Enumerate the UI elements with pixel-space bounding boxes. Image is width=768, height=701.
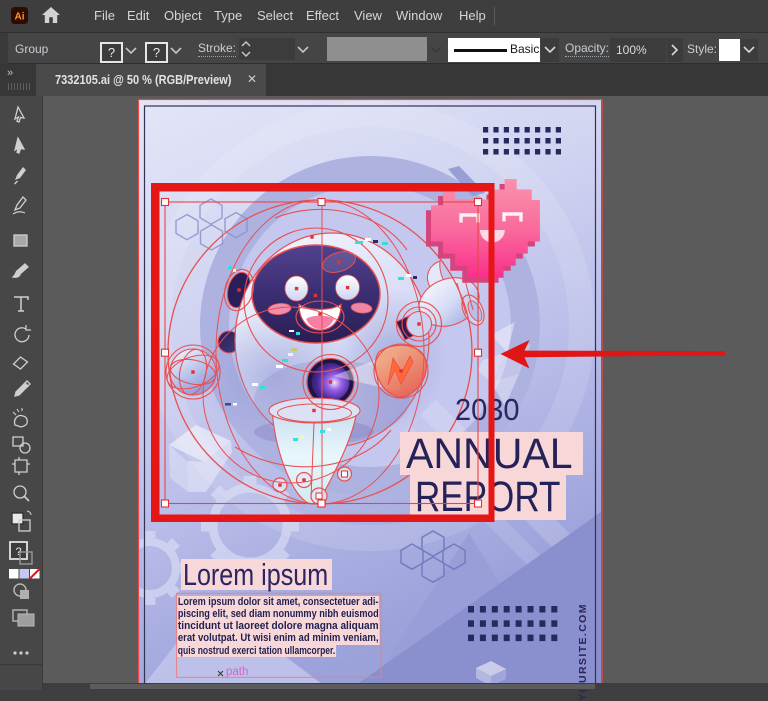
svg-text:Ai: Ai: [15, 12, 25, 23]
svg-text:path: path: [226, 666, 248, 678]
